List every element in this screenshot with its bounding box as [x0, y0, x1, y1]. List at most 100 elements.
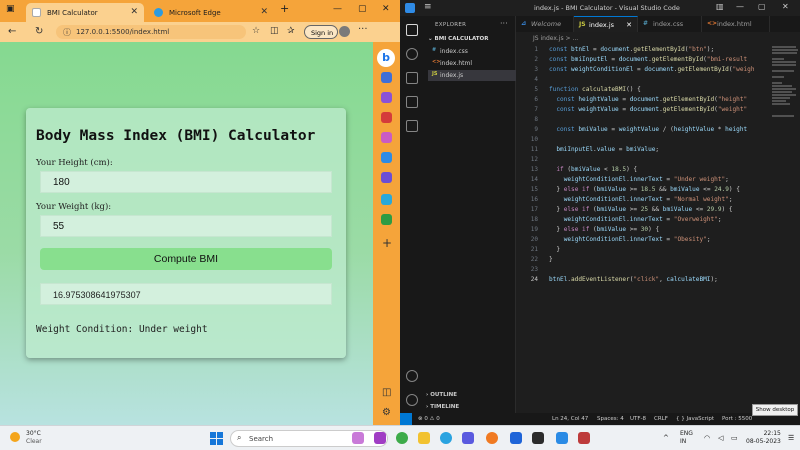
- sign-in-label: Sign in: [311, 29, 334, 37]
- source-control-icon[interactable]: [406, 72, 418, 84]
- dropbox-icon[interactable]: [510, 432, 522, 444]
- tab-index-js[interactable]: JS index.js ✕: [574, 16, 638, 32]
- profile-avatar-icon[interactable]: [339, 26, 350, 37]
- manage-gear-icon[interactable]: [406, 394, 418, 406]
- clock[interactable]: 22:15 08-05-2023: [746, 430, 781, 446]
- file-index-html[interactable]: <> index.html: [428, 58, 516, 69]
- breadcrumb[interactable]: JS index.js > ...: [516, 32, 578, 42]
- search-icon[interactable]: [406, 48, 418, 60]
- js-file-icon: JS: [432, 71, 438, 77]
- office-icon[interactable]: [381, 152, 392, 163]
- notification-icon[interactable]: ☰: [788, 434, 794, 442]
- file-index-js[interactable]: JS index.js: [428, 70, 516, 81]
- favorite-star-icon[interactable]: ☆: [252, 26, 260, 36]
- edge-icon[interactable]: [440, 432, 452, 444]
- height-input[interactable]: 180: [40, 171, 332, 193]
- sidebar-layout-icon[interactable]: ◫: [382, 387, 391, 398]
- file-explorer-icon[interactable]: [418, 432, 430, 444]
- outlook-icon[interactable]: [381, 194, 392, 205]
- project-folder[interactable]: ⌄ BMI CALCULATOR: [428, 36, 488, 42]
- battery-icon[interactable]: ▭: [731, 434, 738, 442]
- file-name: index.js: [440, 72, 464, 79]
- account-icon[interactable]: [406, 370, 418, 382]
- close-tab-icon[interactable]: ✕: [626, 21, 632, 29]
- tab-index-html[interactable]: <> index.html: [702, 16, 770, 32]
- firefox-icon[interactable]: [486, 432, 498, 444]
- tools-icon[interactable]: [381, 112, 392, 123]
- close-tab-icon[interactable]: ✕: [260, 7, 268, 17]
- address-bar: ← ↻ ⓘ 127.0.0.1:5500/index.html ☆ ◫ ✰ Si…: [0, 22, 400, 42]
- temperature: 30°C: [26, 430, 41, 437]
- add-sidebar-app-icon[interactable]: +: [382, 236, 392, 250]
- refresh-icon[interactable]: ↻: [35, 26, 43, 37]
- url-field[interactable]: ⓘ 127.0.0.1:5500/index.html: [56, 25, 246, 39]
- timeline-section[interactable]: › TIMELINE: [426, 404, 459, 410]
- menu-icon[interactable]: ≡: [424, 2, 432, 12]
- split-screen-icon[interactable]: ◫: [270, 26, 279, 36]
- games-icon[interactable]: [381, 132, 392, 143]
- tree-icon[interactable]: [381, 214, 392, 225]
- weight-input[interactable]: 55: [40, 215, 332, 237]
- taskbar-search[interactable]: ⌕ Search: [230, 430, 388, 447]
- line-number: 10: [530, 136, 538, 143]
- extensions-icon[interactable]: [406, 120, 418, 132]
- back-arrow-icon[interactable]: ←: [8, 26, 16, 37]
- file-index-css[interactable]: # index.css: [428, 46, 516, 57]
- remote-icon[interactable]: [400, 413, 412, 425]
- tab-index-css[interactable]: # index.css: [638, 16, 702, 32]
- url-text: 127.0.0.1:5500/index.html: [76, 28, 170, 36]
- outline-section[interactable]: › OUTLINE: [426, 392, 457, 398]
- explorer-files-icon[interactable]: [406, 24, 418, 36]
- more-options-icon[interactable]: ···: [358, 24, 368, 35]
- maximize-button[interactable]: ▢: [758, 2, 766, 11]
- volume-icon[interactable]: ◁: [718, 434, 723, 442]
- compute-bmi-button[interactable]: Compute BMI: [40, 248, 332, 270]
- file-name: index.css: [440, 48, 468, 55]
- bmi-result-field[interactable]: 16.975308641975307: [40, 283, 332, 305]
- editor-tab-bar: ⊿ Welcome JS index.js ✕ # index.css <> i…: [516, 16, 800, 32]
- app-icon[interactable]: [578, 432, 590, 444]
- encoding[interactable]: UTF-8: [630, 416, 646, 422]
- settings-gear-icon[interactable]: ⚙: [382, 407, 391, 418]
- terminal-icon[interactable]: [532, 432, 544, 444]
- line-number: 11: [530, 146, 538, 153]
- indentation[interactable]: Spaces: 4: [597, 416, 624, 422]
- minimap[interactable]: [770, 44, 800, 144]
- explorer-more-icon[interactable]: ···: [500, 19, 508, 28]
- search-tool-icon[interactable]: [381, 72, 392, 83]
- tab-microsoft-edge[interactable]: Microsoft Edge ✕: [148, 3, 274, 22]
- maximize-button[interactable]: ▢: [358, 4, 367, 14]
- minimize-button[interactable]: —: [333, 4, 342, 14]
- bing-chat-icon[interactable]: b: [377, 49, 395, 67]
- tray-overflow-icon[interactable]: ^: [663, 434, 669, 442]
- windows-start-icon[interactable]: [210, 432, 223, 445]
- sign-in-button[interactable]: Sign in: [304, 25, 338, 39]
- live-server-port[interactable]: Port : 5500: [722, 416, 752, 422]
- widget-icon[interactable]: [352, 432, 364, 444]
- chrome-icon[interactable]: [396, 432, 408, 444]
- close-window-button[interactable]: ✕: [782, 2, 789, 11]
- drop-icon[interactable]: [381, 172, 392, 183]
- favorites-icon[interactable]: ✰: [287, 26, 295, 36]
- problems-indicator[interactable]: ⊗ 0 ⚠ 0: [418, 416, 440, 422]
- meet-icon[interactable]: [374, 432, 386, 444]
- tab-welcome[interactable]: ⊿ Welcome: [516, 16, 574, 32]
- tab-actions-icon[interactable]: ▣: [6, 4, 15, 14]
- tab-label: index.css: [653, 20, 684, 28]
- wifi-icon[interactable]: ◠: [704, 434, 710, 442]
- tab-bmi-calculator[interactable]: BMI Calculator ✕: [26, 3, 144, 22]
- shopping-icon[interactable]: [381, 92, 392, 103]
- close-window-button[interactable]: ✕: [382, 4, 390, 14]
- new-tab-button[interactable]: +: [280, 2, 289, 15]
- close-tab-icon[interactable]: ✕: [130, 7, 138, 17]
- cursor-position[interactable]: Ln 24, Col 47: [552, 416, 588, 422]
- code-editor[interactable]: 1 2 3 4 5 6 7 8 9 10 11 12 13 14 15 16 17 18 19 20 21 22 23 24 …: [516, 44, 800, 413]
- line-ending[interactable]: CRLF: [654, 416, 668, 422]
- run-debug-icon[interactable]: [406, 96, 418, 108]
- minimize-button[interactable]: —: [736, 2, 744, 11]
- vscode-taskbar-icon[interactable]: [556, 432, 568, 444]
- language-mode[interactable]: { } JavaScript: [676, 416, 714, 422]
- layout-icon[interactable]: ▥: [716, 2, 724, 11]
- store-icon[interactable]: [462, 432, 474, 444]
- language-indicator[interactable]: ENG IN: [680, 430, 693, 446]
